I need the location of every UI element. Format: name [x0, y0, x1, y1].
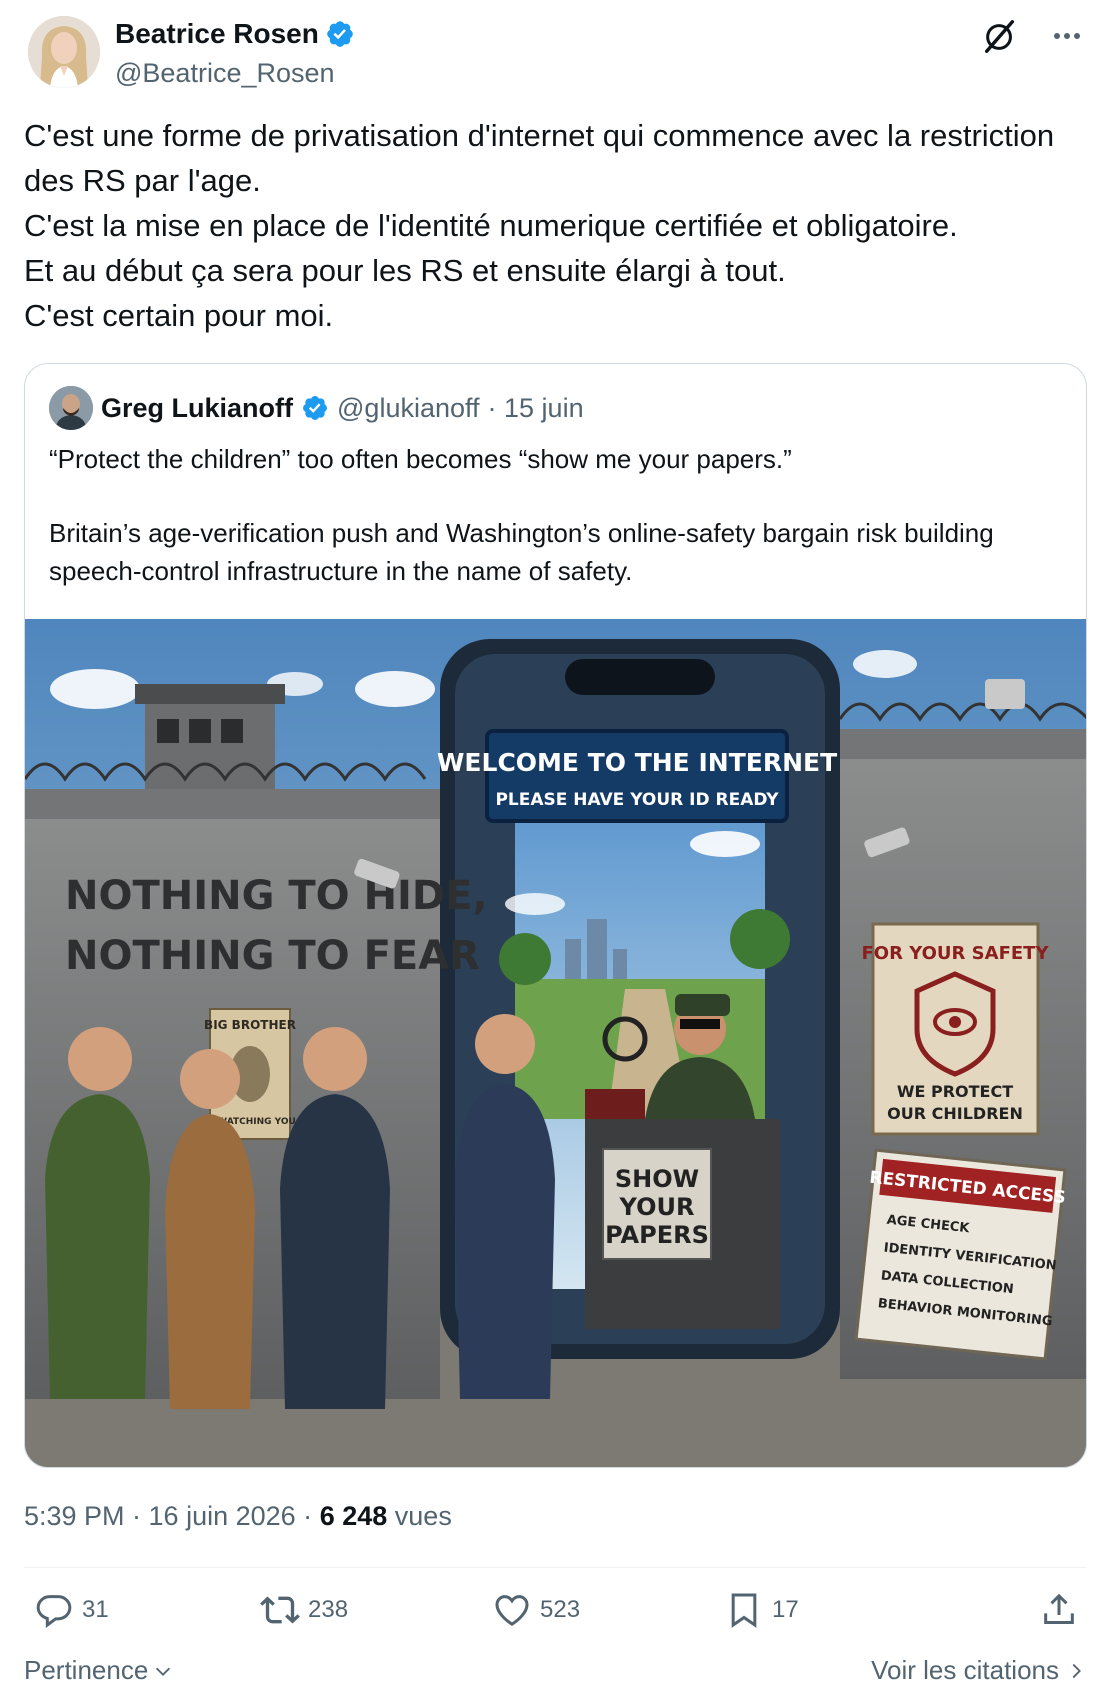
sort-label: Pertinence [24, 1655, 149, 1685]
desk-sign-line: YOUR [619, 1193, 695, 1221]
verified-badge-icon [303, 396, 327, 420]
safety-sign-title: FOR YOUR SAFETY [862, 943, 1050, 964]
tweet-meta: 5:39 PM · 16 juin 2026 · 6 248 vues [24, 1501, 452, 1532]
action-bar: 31 238 523 17 [24, 1590, 1087, 1646]
divider [24, 1567, 1087, 1568]
reply-count: 31 [82, 1596, 109, 1623]
tweet-line: C'est une forme de privatisation d'inter… [24, 118, 1055, 198]
chevron-down-icon [156, 1667, 171, 1676]
views-label: vues [394, 1501, 452, 1531]
like-button[interactable]: 523 [492, 1590, 580, 1630]
bookmark-icon [731, 1593, 757, 1628]
reply-footer: Pertinence Voir les citations [24, 1655, 1087, 1695]
like-count: 523 [540, 1596, 581, 1623]
desk-sign-line: SHOW [615, 1165, 699, 1193]
tweet-line: C'est la mise en place de l'identité num… [24, 208, 958, 243]
more-options-icon[interactable] [1047, 18, 1087, 54]
poster-top-text: BIG BROTHER [204, 1018, 296, 1032]
author-avatar[interactable] [28, 16, 100, 88]
quoted-line: Britain’s age-verification push and Wash… [49, 518, 994, 586]
quoted-tweet-text: “Protect the children” too often becomes… [49, 440, 1059, 590]
quoted-tweet[interactable]: Greg Lukianoff @glukianoff · 15 juin “Pr… [24, 363, 1087, 1468]
reply-button[interactable]: 31 [34, 1590, 109, 1630]
phone-sign-title: WELCOME TO THE INTERNET [437, 748, 837, 777]
bookmark-button[interactable]: 17 [724, 1590, 799, 1630]
wall-text-2: NOTHING TO FEAR [65, 933, 480, 979]
safety-sign-line: WE PROTECT [897, 1082, 1013, 1101]
quoted-tweet-date[interactable]: · 15 juin [488, 393, 584, 424]
quoted-author-name[interactable]: Greg Lukianoff [101, 393, 293, 424]
views-count: 6 248 [319, 1501, 388, 1531]
author-name[interactable]: Beatrice Rosen [115, 18, 319, 50]
tweet-line: Et au début ça sera pour les RS et ensui… [24, 253, 786, 288]
author-block: Beatrice Rosen @Beatrice_Rosen [115, 18, 355, 89]
tweet-line: C'est certain pour moi. [24, 298, 334, 333]
heart-icon [495, 1595, 529, 1626]
chevron-right-icon [1072, 1663, 1081, 1678]
grok-icon[interactable] [981, 18, 1019, 56]
reply-icon [36, 1595, 72, 1628]
tweet-timestamp[interactable]: 5:39 PM · 16 juin 2026 · [24, 1501, 312, 1531]
quoted-author-avatar[interactable] [49, 386, 93, 430]
quoted-tweet-header: Greg Lukianoff @glukianoff · 15 juin [49, 386, 584, 430]
safety-sign-line: OUR CHILDREN [887, 1104, 1023, 1123]
citations-label: Voir les citations [871, 1655, 1059, 1685]
sort-dropdown[interactable]: Pertinence [24, 1655, 174, 1686]
repost-count: 238 [308, 1596, 349, 1623]
quoted-image[interactable]: WELCOME TO THE INTERNET PLEASE HAVE YOUR… [25, 619, 1087, 1468]
share-icon [1044, 1593, 1074, 1624]
phone-sign-subtitle: PLEASE HAVE YOUR ID READY [495, 790, 779, 810]
share-button[interactable] [1039, 1590, 1079, 1630]
view-quotes-link[interactable]: Voir les citations [871, 1655, 1087, 1686]
repost-icon [260, 1596, 300, 1624]
author-handle[interactable]: @Beatrice_Rosen [115, 58, 355, 89]
wall-text-1: NOTHING TO HIDE, [65, 873, 488, 919]
tweet-header: Beatrice Rosen @Beatrice_Rosen [24, 16, 1087, 96]
desk-sign-line: PAPERS [605, 1221, 709, 1249]
quoted-author-handle[interactable]: @glukianoff [337, 393, 480, 424]
quoted-line: “Protect the children” too often becomes… [49, 444, 792, 474]
repost-button[interactable]: 238 [260, 1590, 348, 1630]
bookmark-count: 17 [772, 1596, 799, 1623]
tweet-text: C'est une forme de privatisation d'inter… [24, 113, 1084, 338]
verified-badge-icon [327, 21, 353, 47]
